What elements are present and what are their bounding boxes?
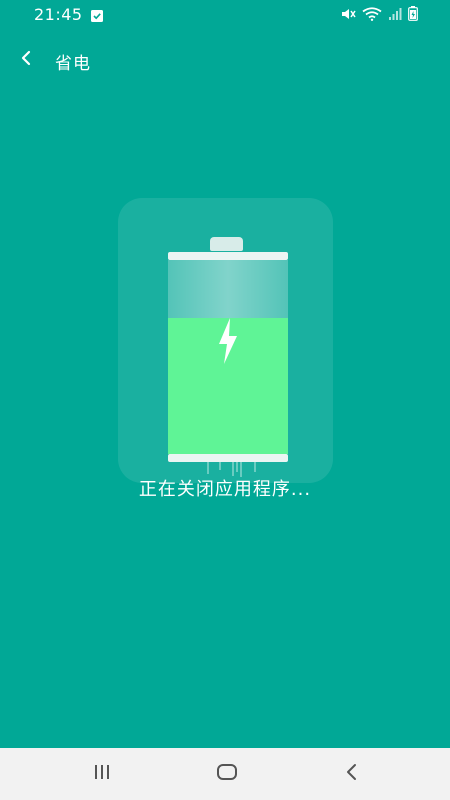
closing-apps-message: 正在关闭应用程序... xyxy=(138,479,312,500)
nav-back-button[interactable] xyxy=(322,748,382,800)
wifi-icon xyxy=(362,6,382,25)
battery-icon xyxy=(408,6,418,25)
mute-icon xyxy=(340,6,356,25)
page-title: 省电 xyxy=(55,54,91,74)
notification-check-icon xyxy=(91,7,103,22)
system-nav-bar xyxy=(0,748,450,800)
battery-rim-bottom xyxy=(168,454,288,462)
back-icon xyxy=(345,763,359,785)
battery-cap xyxy=(210,237,243,251)
signal-icon xyxy=(388,6,402,25)
app-bar: 省电 xyxy=(0,40,450,80)
home-icon xyxy=(216,763,238,785)
lightning-bolt-icon xyxy=(217,318,239,364)
status-icons xyxy=(340,6,418,25)
recent-apps-icon xyxy=(92,764,112,784)
home-button[interactable] xyxy=(197,748,257,800)
recent-apps-button[interactable] xyxy=(72,748,132,800)
chevron-left-icon xyxy=(20,50,32,70)
back-button[interactable] xyxy=(12,46,40,74)
battery-rim-top xyxy=(168,252,288,260)
status-bar: 21:45 xyxy=(0,0,450,28)
status-time: 21:45 xyxy=(34,5,83,24)
battery-empty-area xyxy=(168,260,288,318)
